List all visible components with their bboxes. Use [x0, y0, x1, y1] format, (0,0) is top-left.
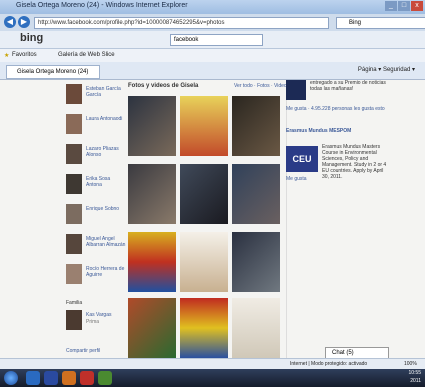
word-taskbar-icon[interactable] — [44, 371, 58, 385]
media-taskbar-icon[interactable] — [62, 371, 76, 385]
avatar — [66, 310, 82, 330]
avatar — [66, 144, 82, 164]
ceu-logo[interactable]: CEU — [286, 146, 318, 172]
page-menu[interactable]: Página — [358, 67, 377, 73]
facebook-page: Esteban García García Laura Antonaodi La… — [0, 80, 425, 358]
friend-item[interactable]: Rocío Herrera de Aguirre — [66, 264, 126, 288]
command-bar: Página ▾ Seguridad ▾ — [357, 67, 415, 73]
photo-thumb[interactable] — [180, 164, 228, 224]
avatar — [66, 264, 82, 284]
bing-query-input[interactable]: facebook — [170, 34, 263, 46]
friend-item[interactable]: Miguel Angel Albarran Almazán — [66, 234, 126, 258]
search-input[interactable]: Bing — [336, 17, 425, 29]
friend-item[interactable]: Lazaro Pliazas Alonso — [66, 144, 126, 168]
close-button[interactable]: x — [411, 1, 423, 11]
window-title: Gisela Ortega Moreno (24) - Windows Inte… — [16, 2, 188, 9]
app-taskbar-icon[interactable] — [80, 371, 94, 385]
photo-thumb[interactable] — [128, 164, 176, 224]
bing-logo[interactable]: bing — [20, 32, 43, 44]
clock[interactable]: 10:55 — [408, 370, 421, 376]
ad-title[interactable]: Erasmus Mundus MESPOM — [286, 128, 390, 134]
avatar — [66, 204, 82, 224]
safety-menu[interactable]: Seguridad — [383, 67, 410, 73]
avatar — [66, 174, 82, 194]
tab-row: Gisela Ortega Moreno (24) Página ▾ Segur… — [0, 62, 425, 80]
friend-item[interactable]: Enrique Sobno — [66, 204, 126, 228]
taskbar: 10:55 2011 — [0, 369, 425, 387]
maximize-button[interactable]: □ — [398, 1, 410, 11]
avatar — [66, 114, 82, 134]
photo-thumb[interactable] — [180, 298, 228, 358]
friends-column: Esteban García García Laura Antonaodi La… — [62, 80, 126, 358]
ad-like-link[interactable]: Me gusta — [286, 176, 307, 182]
photos-links[interactable]: Ver todo · Fotos · Video — [234, 83, 287, 89]
photo-thumb[interactable] — [232, 298, 280, 358]
photo-thumb[interactable] — [128, 298, 176, 358]
right-column: entregado a su Premio de noticias todas … — [286, 80, 392, 358]
page-description: entregado a su Premio de noticias todas … — [310, 80, 386, 92]
photo-thumb[interactable] — [128, 232, 176, 292]
star-icon: ★ — [4, 53, 10, 59]
friend-item[interactable]: Esteban García García — [66, 84, 126, 108]
start-icon[interactable] — [4, 371, 18, 385]
photo-thumb[interactable] — [180, 96, 228, 156]
back-icon[interactable]: ◀ — [4, 16, 16, 28]
friend-item[interactable]: Erika Sosa Antona — [66, 174, 126, 198]
photo-thumb[interactable] — [232, 232, 280, 292]
window-controls: _ □ x — [385, 1, 423, 11]
photo-thumb[interactable] — [232, 164, 280, 224]
ad-body: Erasmus Mundus Masters Course in Environ… — [322, 144, 387, 180]
address-bar: ◀ ▶ http://www.facebook.com/profile.php?… — [0, 14, 425, 31]
like-link[interactable]: Me gusta · 4.95.228 personas les gusta e… — [286, 106, 390, 112]
tab-profile[interactable]: Gisela Ortega Moreno (24) — [6, 65, 100, 79]
photos-section: Fotos y videos de Gisela Ver todo · Foto… — [124, 80, 287, 358]
forward-icon[interactable]: ▶ — [18, 16, 30, 28]
minimize-button[interactable]: _ — [385, 1, 397, 11]
url-input[interactable]: http://www.facebook.com/profile.php?id=1… — [34, 17, 329, 29]
photo-thumb[interactable] — [180, 232, 228, 292]
family-label: Familia — [66, 300, 83, 306]
bing-toolbar: bing facebook — [0, 31, 425, 49]
avatar — [66, 84, 82, 104]
ie-taskbar-icon[interactable] — [26, 371, 40, 385]
title-bar: Gisela Ortega Moreno (24) - Windows Inte… — [0, 0, 425, 14]
family-item[interactable]: Kas Vargas Prima — [66, 310, 126, 334]
photo-thumb[interactable] — [128, 96, 176, 156]
browser-window: Gisela Ortega Moreno (24) - Windows Inte… — [0, 0, 425, 387]
date[interactable]: 2011 — [410, 378, 421, 384]
share-profile-link[interactable]: Compartir perfil — [66, 348, 100, 354]
avatar — [66, 234, 82, 254]
photo-thumb[interactable] — [232, 96, 280, 156]
web-slice-gallery-link[interactable]: Galería de Web Slice — [58, 52, 115, 58]
photos-header: Fotos y videos de Gisela — [128, 83, 199, 89]
app-taskbar-icon[interactable] — [98, 371, 112, 385]
favorites-button[interactable]: Favoritos — [12, 52, 37, 58]
favorites-bar: ★ Favoritos Galería de Web Slice — [0, 49, 425, 62]
friend-item[interactable]: Laura Antonaodi — [66, 114, 126, 138]
page-thumbnail[interactable] — [286, 80, 306, 100]
